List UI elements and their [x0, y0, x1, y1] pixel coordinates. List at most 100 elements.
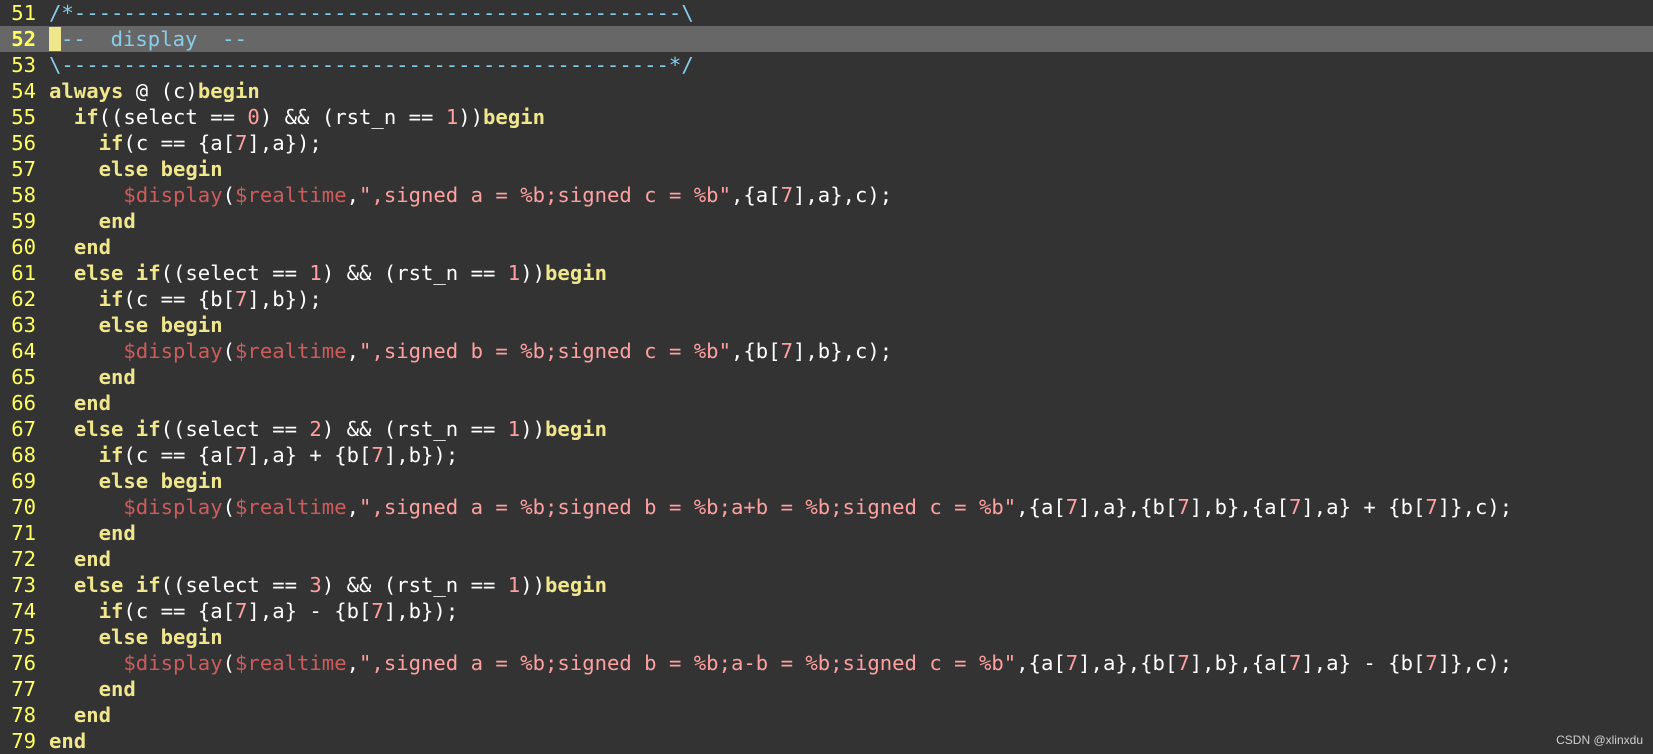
code-text[interactable]: end	[49, 365, 136, 389]
code-line[interactable]: 63 else begin	[0, 312, 1653, 338]
line-number: 57	[11, 157, 36, 181]
line-number: 55	[11, 105, 36, 129]
code-token: else if	[73, 261, 161, 285]
code-line[interactable]: 55 if((select == 0) && (rst_n == 1))begi…	[0, 104, 1653, 130]
code-text[interactable]: end	[49, 391, 111, 415]
code-line[interactable]: 53 \-------------------------------------…	[0, 52, 1653, 78]
code-line[interactable]: 69 else begin	[0, 468, 1653, 494]
code-line[interactable]: 77 end	[0, 676, 1653, 702]
code-line[interactable]: 65 end	[0, 364, 1653, 390]
code-line[interactable]: 76 $display($realtime,",signed a = %b;si…	[0, 650, 1653, 676]
code-line[interactable]: 57 else begin	[0, 156, 1653, 182]
code-text[interactable]: end	[49, 521, 136, 545]
code-token: ))	[520, 417, 546, 441]
code-token: ) && (rst_n ==	[321, 417, 508, 441]
code-text[interactable]: $display($realtime,",signed a = %b;signe…	[49, 495, 1512, 519]
code-token: -- display --	[61, 27, 247, 51]
code-line[interactable]: 52 -- display --	[0, 26, 1653, 52]
code-token: end	[73, 703, 112, 727]
code-text[interactable]: -- display --	[49, 27, 247, 51]
code-text[interactable]: else begin	[49, 157, 223, 181]
code-text[interactable]: end	[49, 677, 136, 701]
code-text[interactable]: $display($realtime,",signed a = %b;signe…	[49, 651, 1512, 675]
code-editor[interactable]: 51 /*------------------------------------…	[0, 0, 1653, 753]
code-token: (c == {b[	[123, 287, 236, 311]
code-text[interactable]: $display($realtime,",signed b = %b;signe…	[49, 339, 892, 363]
code-token: (	[222, 495, 236, 519]
code-text[interactable]: if(c == {a[7],a} - {b[7],b});	[49, 599, 459, 623]
code-text[interactable]: always @ (c)begin	[49, 79, 260, 103]
code-line[interactable]: 62 if(c == {b[7],b});	[0, 286, 1653, 312]
code-token: $display	[123, 495, 223, 519]
code-text[interactable]: \---------------------------------------…	[49, 53, 694, 77]
code-text[interactable]: else if((select == 3) && (rst_n == 1))be…	[49, 573, 607, 597]
code-token: (	[222, 183, 236, 207]
code-line[interactable]: 74 if(c == {a[7],a} - {b[7],b});	[0, 598, 1653, 624]
line-number: 74	[11, 599, 36, 623]
code-token: ",signed b = %b;signed c = %b"	[359, 339, 731, 363]
code-text[interactable]: else begin	[49, 313, 223, 337]
code-line[interactable]: 78 end	[0, 702, 1653, 728]
code-text[interactable]: end	[49, 703, 111, 727]
code-token: 1	[507, 261, 521, 285]
code-token: end	[98, 677, 136, 701]
code-text[interactable]: if((select == 0) && (rst_n == 1))begin	[49, 105, 545, 129]
code-text[interactable]: else if((select == 1) && (rst_n == 1))be…	[49, 261, 607, 285]
code-text[interactable]: end	[49, 209, 136, 233]
code-token: 7	[235, 287, 248, 311]
code-token: else if	[73, 417, 161, 441]
code-text[interactable]: end	[49, 729, 86, 753]
code-line[interactable]: 73 else if((select == 3) && (rst_n == 1)…	[0, 572, 1653, 598]
code-text[interactable]: $display($realtime,",signed a = %b;signe…	[49, 183, 892, 207]
code-token: end	[73, 235, 112, 259]
code-line[interactable]: 70 $display($realtime,",signed a = %b;si…	[0, 494, 1653, 520]
code-line[interactable]: 72 end	[0, 546, 1653, 572]
code-token: 7	[1425, 495, 1438, 519]
code-text[interactable]: if(c == {a[7],a} + {b[7],b});	[49, 443, 459, 467]
code-token: 1	[309, 261, 322, 285]
line-number: 75	[11, 625, 36, 649]
code-line[interactable]: 58 $display($realtime,",signed a = %b;si…	[0, 182, 1653, 208]
code-line[interactable]: 60 end	[0, 234, 1653, 260]
code-text[interactable]: if(c == {a[7],a});	[49, 131, 322, 155]
code-line[interactable]: 54 always @ (c)begin	[0, 78, 1653, 104]
code-token: if	[73, 105, 99, 129]
code-token: ,	[346, 339, 360, 363]
code-token: ],a} - {b[	[1301, 651, 1426, 675]
code-text[interactable]: else begin	[49, 469, 223, 493]
code-text[interactable]: else begin	[49, 625, 223, 649]
code-line[interactable]: 68 if(c == {a[7],a} + {b[7],b});	[0, 442, 1653, 468]
code-line[interactable]: 67 else if((select == 2) && (rst_n == 1)…	[0, 416, 1653, 442]
code-token: 7	[371, 599, 384, 623]
code-token: ((select ==	[160, 261, 310, 285]
code-token: 0	[247, 105, 260, 129]
code-line[interactable]: 59 end	[0, 208, 1653, 234]
code-token: ],b});	[383, 599, 459, 623]
code-line[interactable]: 51 /*------------------------------------…	[0, 0, 1653, 26]
code-token: if	[98, 287, 124, 311]
code-line[interactable]: 56 if(c == {a[7],a});	[0, 130, 1653, 156]
code-text[interactable]: end	[49, 235, 111, 259]
code-line[interactable]: 61 else if((select == 1) && (rst_n == 1)…	[0, 260, 1653, 286]
code-line[interactable]: 75 else begin	[0, 624, 1653, 650]
code-text[interactable]: else if((select == 2) && (rst_n == 1))be…	[49, 417, 607, 441]
code-token: ,{b[	[730, 339, 781, 363]
code-line[interactable]: 66 end	[0, 390, 1653, 416]
code-token: (	[222, 339, 236, 363]
code-token: ))	[520, 261, 546, 285]
code-text[interactable]: /*--------------------------------------…	[49, 1, 694, 25]
code-token: ],a} + {b[	[247, 443, 372, 467]
line-number: 69	[11, 469, 36, 493]
code-text[interactable]: if(c == {b[7],b});	[49, 287, 322, 311]
code-line[interactable]: 79 end	[0, 728, 1653, 754]
text-cursor	[49, 27, 61, 51]
code-text[interactable]: end	[49, 547, 111, 571]
code-line[interactable]: 71 end	[0, 520, 1653, 546]
code-token: 7	[780, 339, 793, 363]
code-token: ],a},{b[	[1078, 651, 1178, 675]
code-line[interactable]: 64 $display($realtime,",signed b = %b;si…	[0, 338, 1653, 364]
line-number: 63	[11, 313, 36, 337]
